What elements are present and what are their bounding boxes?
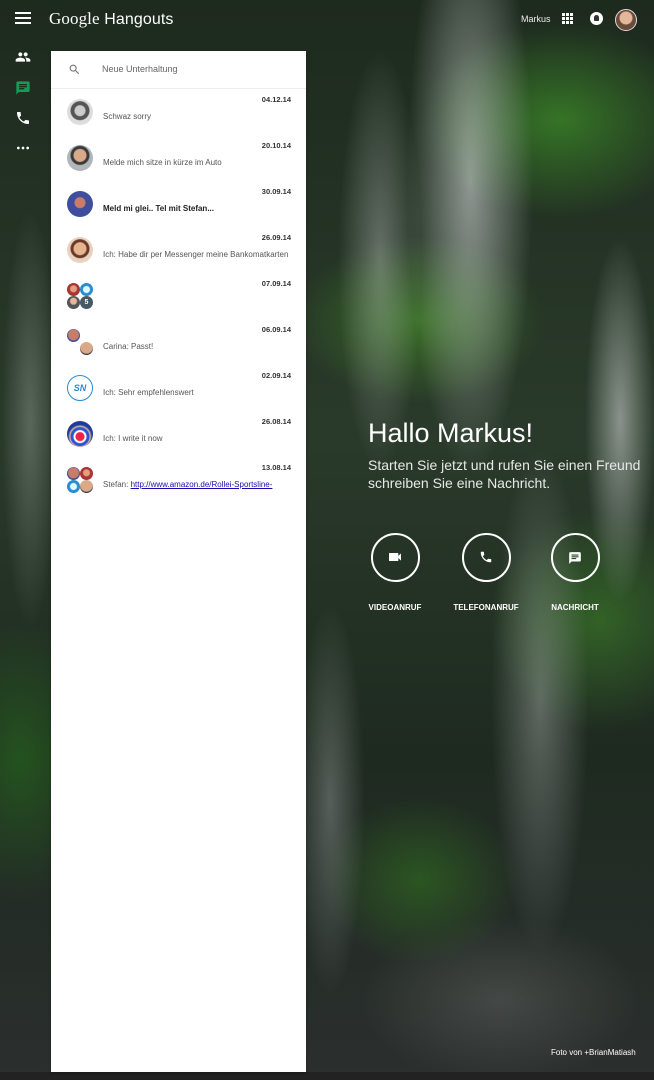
conversation-item[interactable]: 5 07.09.14 <box>51 273 306 319</box>
welcome-subtitle: Starten Sie jetzt und rufen Sie einen Fr… <box>368 456 654 492</box>
conversation-preview: Ich: Habe dir per Messenger meine Bankom… <box>103 250 291 259</box>
logo-google: Google <box>49 9 100 28</box>
conversations-icon[interactable] <box>15 80 31 96</box>
conversation-item[interactable]: 04.12.14 Schwaz sorry <box>51 89 306 135</box>
group-avatar <box>67 329 93 355</box>
account-avatar[interactable] <box>615 9 637 31</box>
phone-call-label: TELEFONANRUF <box>453 603 519 612</box>
conversation-date: 26.08.14 <box>261 417 291 426</box>
video-camera-icon <box>388 553 401 561</box>
conversation-item[interactable]: SN 02.09.14 Ich: Sehr empfehlenswert <box>51 365 306 411</box>
conversation-date: 20.10.14 <box>261 141 291 150</box>
conversation-item[interactable]: 20.10.14 Melde mich sitze in kürze im Au… <box>51 135 306 181</box>
menu-icon[interactable] <box>15 12 31 24</box>
conversation-date: 07.09.14 <box>261 279 291 288</box>
notifications-icon[interactable] <box>590 12 603 25</box>
preview-link[interactable]: http://www.amazon.de/Rollei-Sportsline- <box>131 480 273 489</box>
conversation-item[interactable]: 26.08.14 Ich: I write it now <box>51 411 306 457</box>
group-avatar <box>67 467 93 493</box>
bottom-bar <box>0 1072 654 1080</box>
contact-avatar <box>67 237 93 263</box>
contact-avatar <box>67 191 93 217</box>
conversation-date: 30.09.14 <box>261 187 291 196</box>
apps-grid-icon[interactable] <box>562 13 573 24</box>
phone-icon <box>480 551 491 563</box>
photo-credit[interactable]: Foto von +BrianMatiash <box>551 1048 636 1057</box>
conversation-preview: Carina: Passt! <box>103 342 154 351</box>
welcome-line-2: schreiben Sie eine Nachricht. <box>368 475 551 491</box>
conversation-date: 26.09.14 <box>261 233 291 242</box>
conversation-date: 02.09.14 <box>261 371 291 380</box>
contact-avatar <box>67 99 93 125</box>
message-icon <box>568 552 581 564</box>
conversation-date: 13.08.14 <box>261 463 291 472</box>
welcome-title: Hallo Markus! <box>368 418 534 448</box>
video-call-label: VIDEOANRUF <box>368 603 422 612</box>
preview-sender: Stefan: <box>103 480 131 489</box>
conversation-date: 04.12.14 <box>261 95 291 104</box>
conversation-preview: Ich: Sehr empfehlenswert <box>103 388 194 397</box>
message-label: NACHRICHT <box>551 603 599 612</box>
phone-calls-icon[interactable] <box>15 110 31 126</box>
contact-avatar <box>67 421 93 447</box>
contacts-icon[interactable] <box>15 49 31 65</box>
message-button[interactable]: NACHRICHT <box>549 533 601 612</box>
phone-call-button[interactable]: TELEFONANRUF <box>452 533 520 612</box>
conversation-date: 06.09.14 <box>261 325 291 334</box>
conversation-item[interactable]: 26.09.14 Ich: Habe dir per Messenger mei… <box>51 227 306 273</box>
conversation-item[interactable]: 13.08.14 Stefan: http://www.amazon.de/Ro… <box>51 457 306 503</box>
more-icon[interactable] <box>15 140 31 156</box>
conversation-item[interactable]: 30.09.14 Meld mi glei.. Tel mit Stefan..… <box>51 181 306 227</box>
contact-avatar: SN <box>67 375 93 401</box>
conversation-preview: Schwaz sorry <box>103 112 152 121</box>
conversation-preview: Meld mi glei.. Tel mit Stefan... <box>103 204 214 213</box>
conversation-item[interactable]: 06.09.14 Carina: Passt! <box>51 319 306 365</box>
logo-product: Hangouts <box>104 11 174 28</box>
conversation-preview: Ich: I write it now <box>103 434 163 443</box>
group-avatar: 5 <box>67 283 93 309</box>
conversation-panel: 04.12.14 Schwaz sorry 20.10.14 Melde mic… <box>51 51 306 1072</box>
conversation-preview: Melde mich sitze in kürze im Auto <box>103 158 222 167</box>
top-bar: Google Hangouts Markus <box>0 0 654 38</box>
search-bar <box>51 51 306 89</box>
search-icon <box>69 64 80 75</box>
group-count-badge: 5 <box>80 296 93 309</box>
user-name[interactable]: Markus <box>521 14 551 24</box>
video-call-button[interactable]: VIDEOANRUF <box>368 533 422 612</box>
welcome-line-1: Starten Sie jetzt und rufen Sie einen Fr… <box>368 457 641 473</box>
new-conversation-input[interactable] <box>102 62 292 76</box>
app-logo: Google Hangouts <box>49 9 174 29</box>
contact-avatar <box>67 145 93 171</box>
conversation-preview: Stefan: http://www.amazon.de/Rollei-Spor… <box>103 480 291 489</box>
